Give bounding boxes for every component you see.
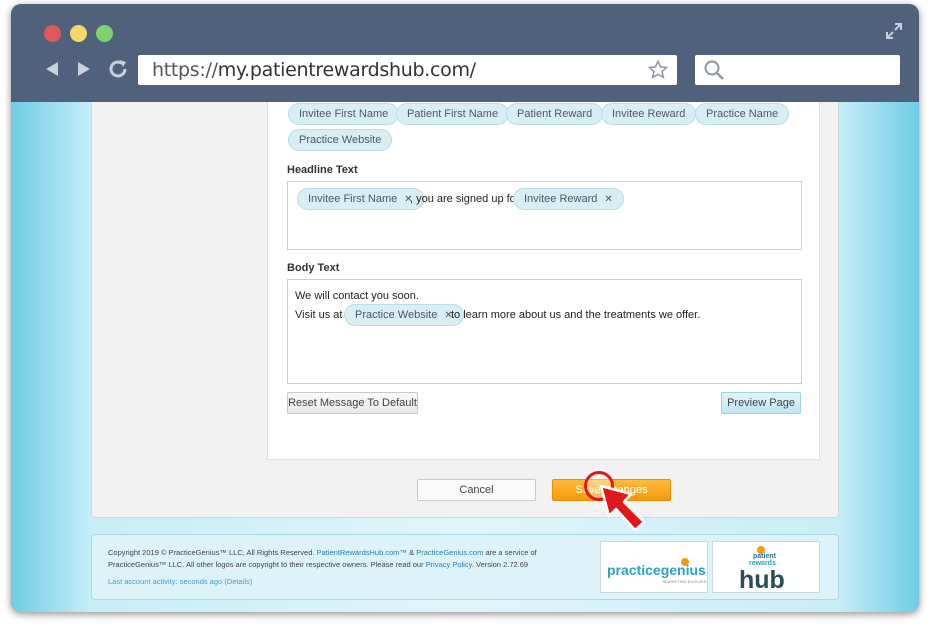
maximize-window-dot[interactable]: [96, 25, 113, 42]
token-chip-patient-reward[interactable]: Patient Reward: [506, 103, 604, 125]
star-icon[interactable]: [647, 59, 669, 81]
minimize-window-dot[interactable]: [70, 25, 87, 42]
body-text-input[interactable]: We will contact you soon. Visit us at Pr…: [287, 279, 802, 384]
headline-text-input[interactable]: Invitee First Name ✕ , you are signed up …: [287, 181, 802, 250]
chip-label: Invitee First Name: [308, 193, 398, 205]
patientrewardshub-link[interactable]: PatientRewardsHub.com™: [317, 548, 407, 557]
footer-version: . Version 2.72.69: [471, 560, 529, 569]
token-chip-patient-first-name[interactable]: Patient First Name: [396, 103, 510, 125]
main-panel: Invitee First Name Patient First Name Pa…: [91, 102, 839, 518]
footer-copyright-start: Copyright 2019 © PracticeGenius™ LLC, Al…: [108, 548, 315, 557]
patient-rewards-hub-logo[interactable]: patient rewards hub: [712, 541, 820, 594]
message-form: Invitee First Name Patient First Name Pa…: [267, 102, 820, 460]
reload-icon[interactable]: [107, 58, 129, 80]
browser-search-bar[interactable]: [695, 55, 900, 85]
body-line-1: We will contact you soon.: [295, 290, 419, 302]
last-activity-link[interactable]: Last account activity: seconds ago (Deta…: [108, 577, 252, 586]
headline-chip-invitee-reward[interactable]: Invitee Reward ✕: [513, 188, 624, 210]
practicegenius-link[interactable]: PracticeGenius.com: [416, 548, 483, 557]
preview-page-button[interactable]: Preview Page: [721, 392, 801, 414]
expand-icon[interactable]: [885, 22, 903, 40]
token-chip-practice-website[interactable]: Practice Website: [288, 129, 393, 151]
token-chip-invitee-reward[interactable]: Invitee Reward: [601, 103, 697, 125]
cancel-button[interactable]: Cancel: [417, 479, 536, 501]
headline-chip-invitee-first-name[interactable]: Invitee First Name ✕: [297, 188, 424, 210]
chip-label: Invitee Reward: [524, 193, 598, 205]
logo-pg-main: practicegenius: [607, 562, 706, 578]
search-icon: [704, 60, 724, 80]
page-content: Invitee First Name Patient First Name Pa…: [11, 102, 919, 612]
page-footer: Copyright 2019 © PracticeGenius™ LLC, Al…: [91, 534, 839, 600]
chip-label: Practice Website: [355, 309, 438, 321]
address-bar[interactable]: https://my.patientrewardshub.com/: [138, 55, 677, 85]
back-arrow-icon[interactable]: [43, 60, 61, 78]
token-chip-invitee-first-name[interactable]: Invitee First Name: [288, 103, 400, 125]
logo-hub-top: patient: [753, 553, 777, 560]
patient-rewards-hub-logo-graphic: patient rewards hub: [739, 546, 785, 594]
practicegenius-logo[interactable]: practicegenius MARKETING EVOLVED: [600, 541, 708, 593]
privacy-policy-link[interactable]: Privacy Policy: [426, 560, 472, 569]
url-prefix: https://: [152, 59, 218, 81]
body-line-2-start: Visit us at: [295, 309, 343, 321]
headline-text-label: Headline Text: [287, 164, 358, 176]
logo-pg-tagline: MARKETING EVOLVED: [663, 579, 707, 584]
browser-window: https://my.patientrewardshub.com/ Invite…: [11, 4, 919, 612]
body-text-label: Body Text: [287, 262, 340, 274]
headline-static-text: , you are signed up for: [410, 193, 520, 205]
practicegenius-logo-graphic: practicegenius MARKETING EVOLVED: [607, 558, 707, 584]
footer-ampersand: &: [409, 548, 415, 557]
token-chip-practice-name[interactable]: Practice Name: [695, 103, 790, 125]
footer-copyright: Copyright 2019 © PracticeGenius™ LLC, Al…: [108, 547, 578, 571]
logo-hub-main: hub: [739, 566, 785, 594]
cursor-arrow-icon: [599, 484, 646, 532]
body-line-2-end: to learn more about us and the treatment…: [451, 309, 701, 321]
forward-arrow-icon[interactable]: [75, 60, 93, 78]
url-domain: my.patientrewardshub.com/: [217, 59, 476, 81]
reset-message-button[interactable]: Reset Message To Default: [287, 392, 418, 414]
browser-chrome: https://my.patientrewardshub.com/: [11, 4, 919, 102]
remove-chip-icon[interactable]: ✕: [604, 194, 612, 205]
body-chip-practice-website[interactable]: Practice Website ✕: [344, 304, 464, 326]
url-text: https://my.patientrewardshub.com/: [152, 59, 476, 81]
close-window-dot[interactable]: [44, 25, 61, 42]
